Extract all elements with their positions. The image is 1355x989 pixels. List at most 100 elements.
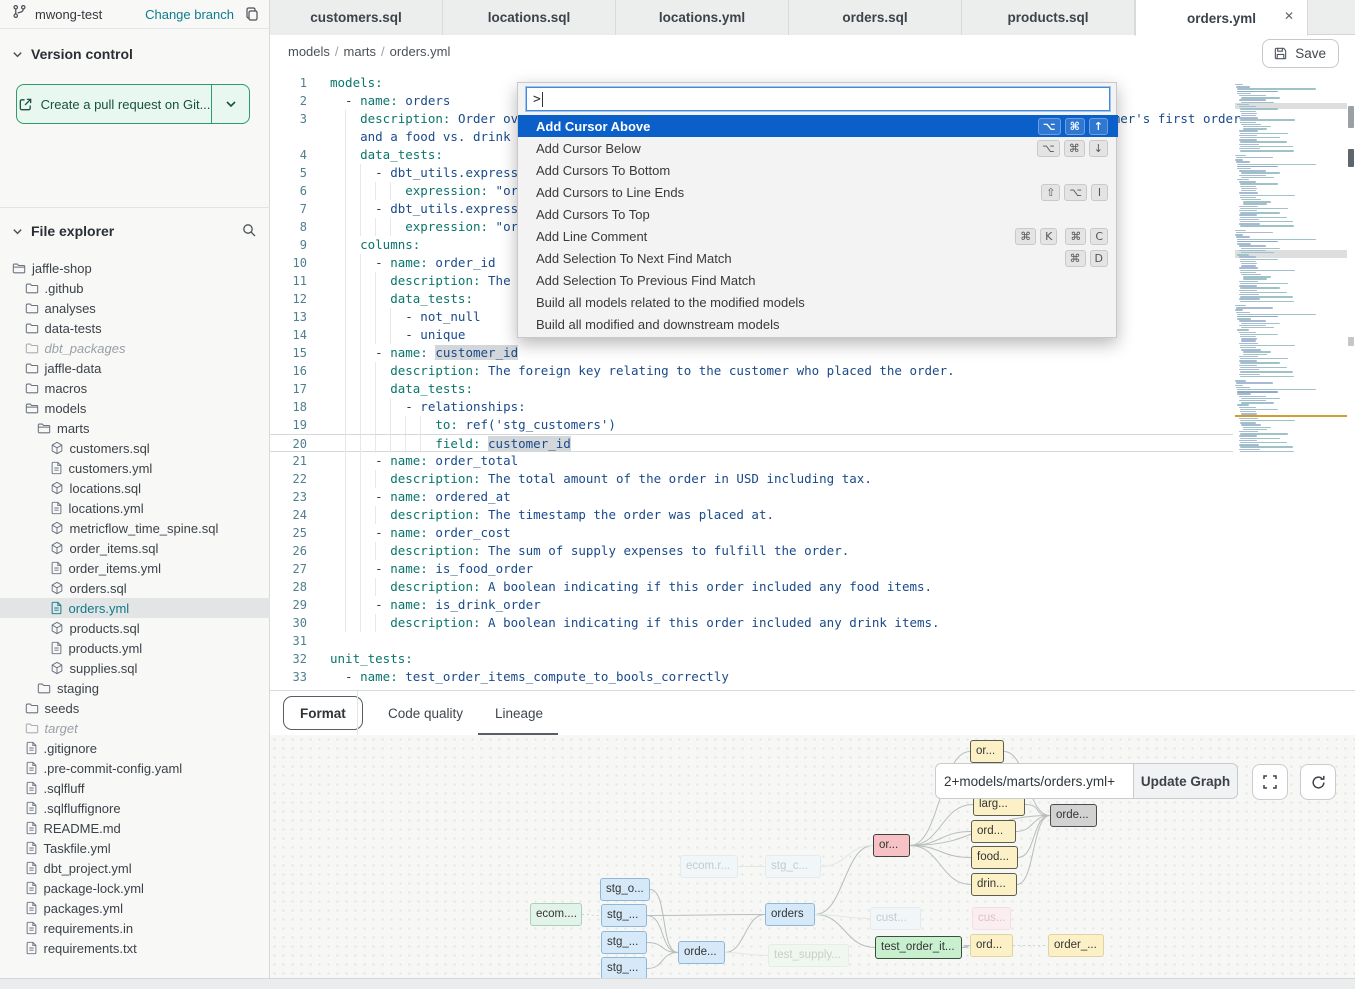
tree-item-taskfile-yml[interactable]: Taskfile.yml bbox=[0, 838, 270, 858]
tree-item-packages-yml[interactable]: packages.yml bbox=[0, 898, 270, 918]
tree-item-locations-sql[interactable]: locations.sql bbox=[0, 478, 270, 498]
lineage-selector-input[interactable] bbox=[935, 763, 1133, 799]
tree-item-metricflow-time-spine-sql[interactable]: metricflow_time_spine.sql bbox=[0, 518, 270, 538]
code-line-29[interactable]: 29- name: is_drink_order bbox=[270, 596, 1233, 614]
tree-item-target[interactable]: target bbox=[0, 718, 270, 738]
lineage-node-stg_cf[interactable]: stg_c... bbox=[765, 855, 821, 878]
tab-code-quality[interactable]: Code quality bbox=[388, 691, 463, 736]
tree-item-orders-sql[interactable]: orders.sql bbox=[0, 578, 270, 598]
tree-item-models[interactable]: models bbox=[0, 398, 270, 418]
tree-item-marts[interactable]: marts bbox=[0, 418, 270, 438]
breadcrumb-item-models[interactable]: models bbox=[288, 44, 330, 59]
scrollbar-marker[interactable] bbox=[1348, 149, 1354, 167]
code-line-30[interactable]: 30description: A boolean indicating if t… bbox=[270, 614, 1233, 632]
lineage-node-stg_c2[interactable]: stg_... bbox=[601, 957, 647, 978]
lineage-node-drin[interactable]: drin... bbox=[971, 873, 1017, 896]
tab-orders-yml[interactable]: orders.yml✕ bbox=[1135, 0, 1308, 36]
palette-item-add-cursor-below[interactable]: Add Cursor Below⌥⌘↓ bbox=[518, 137, 1118, 159]
tree-item-analyses[interactable]: analyses bbox=[0, 298, 270, 318]
tree-item-staging[interactable]: staging bbox=[0, 678, 270, 698]
palette-item-build-all-models-related-to-the-modified-models[interactable]: Build all models related to the modified… bbox=[518, 291, 1118, 313]
tree-item-dbt-packages[interactable]: dbt_packages bbox=[0, 338, 270, 358]
tab-customers-sql[interactable]: customers.sql bbox=[270, 0, 443, 35]
code-line-15[interactable]: 15- name: customer_id bbox=[270, 344, 1233, 362]
tree-item--gitignore[interactable]: .gitignore bbox=[0, 738, 270, 758]
pr-dropdown-caret[interactable] bbox=[211, 85, 249, 123]
tab-locations-sql[interactable]: locations.sql bbox=[443, 0, 616, 35]
lineage-node-ord1[interactable]: ord... bbox=[971, 820, 1016, 843]
version-control-header[interactable]: Version control bbox=[12, 46, 133, 62]
lineage-node-ecom_r[interactable]: ecom.r... bbox=[680, 855, 738, 878]
tree-item-locations-yml[interactable]: locations.yml bbox=[0, 498, 270, 518]
lineage-node-orde_b[interactable]: orde... bbox=[678, 941, 725, 964]
tab-locations-yml[interactable]: locations.yml bbox=[616, 0, 789, 35]
code-line-32[interactable]: 32unit_tests: bbox=[270, 650, 1233, 668]
code-line-20[interactable]: 20field: customer_id bbox=[270, 434, 1233, 452]
code-line-24[interactable]: 24description: The timestamp the order w… bbox=[270, 506, 1233, 524]
lineage-node-stg_o[interactable]: stg_o... bbox=[600, 878, 650, 901]
code-line-19[interactable]: 19to: ref('stg_customers') bbox=[270, 416, 1233, 434]
tree-item-requirements-in[interactable]: requirements.in bbox=[0, 918, 270, 938]
breadcrumb-item-marts[interactable]: marts bbox=[344, 44, 377, 59]
fullscreen-button[interactable] bbox=[1252, 764, 1288, 800]
breadcrumb-item-orders-yml[interactable]: orders.yml bbox=[390, 44, 451, 59]
create-pr-button[interactable]: Create a pull request on Git... bbox=[16, 84, 250, 124]
command-palette-input[interactable]: > bbox=[526, 87, 1110, 111]
search-icon[interactable] bbox=[241, 222, 257, 243]
tab-lineage[interactable]: Lineage bbox=[495, 691, 543, 736]
refresh-button[interactable] bbox=[1300, 764, 1336, 800]
lineage-node-orders[interactable]: orders bbox=[765, 903, 815, 926]
code-line-33[interactable]: 33- name: test_order_items_compute_to_bo… bbox=[270, 668, 1233, 686]
minimap-content[interactable] bbox=[1235, 84, 1347, 456]
lineage-node-or_red[interactable]: or... bbox=[873, 834, 910, 857]
tree-item--sqlfluffignore[interactable]: .sqlfluffignore bbox=[0, 798, 270, 818]
lineage-node-cust_f[interactable]: cust... bbox=[870, 907, 921, 930]
palette-item-build-all-modified-and-downstream-models[interactable]: Build all modified and downstream models bbox=[518, 313, 1118, 335]
code-line-31[interactable]: 31 bbox=[270, 632, 1233, 650]
tree-item-package-lock-yml[interactable]: package-lock.yml bbox=[0, 878, 270, 898]
lineage-node-or_top[interactable]: or... bbox=[970, 740, 1004, 763]
scrollbar-marker[interactable] bbox=[1348, 106, 1354, 128]
tree-item-products-sql[interactable]: products.sql bbox=[0, 618, 270, 638]
lineage-node-ecom[interactable]: ecom.... bbox=[530, 903, 582, 926]
tree-item-requirements-txt[interactable]: requirements.txt bbox=[0, 938, 270, 958]
palette-item-add-cursors-to-top[interactable]: Add Cursors To Top bbox=[518, 203, 1118, 225]
tree-item-dbt-project-yml[interactable]: dbt_project.yml bbox=[0, 858, 270, 878]
tab-orders-sql[interactable]: orders.sql bbox=[789, 0, 962, 35]
tree-item-macros[interactable]: macros bbox=[0, 378, 270, 398]
tree-item-data-tests[interactable]: data-tests bbox=[0, 318, 270, 338]
palette-item-add-cursor-above[interactable]: Add Cursor Above⌥⌘↑ bbox=[518, 115, 1118, 137]
tree-item--pre-commit-config-yaml[interactable]: .pre-commit-config.yaml bbox=[0, 758, 270, 778]
format-button[interactable]: Format bbox=[283, 696, 363, 730]
palette-item-add-line-comment[interactable]: Add Line Comment⌘K⌘C bbox=[518, 225, 1118, 247]
tree-item-customers-sql[interactable]: customers.sql bbox=[0, 438, 270, 458]
code-line-28[interactable]: 28description: A boolean indicating if t… bbox=[270, 578, 1233, 596]
code-line-27[interactable]: 27- name: is_food_order bbox=[270, 560, 1233, 578]
code-line-26[interactable]: 26description: The sum of supply expense… bbox=[270, 542, 1233, 560]
lineage-node-ord2[interactable]: ord... bbox=[970, 934, 1013, 957]
palette-item-add-selection-to-next-find-match[interactable]: Add Selection To Next Find Match⌘D bbox=[518, 247, 1118, 269]
tree-item-customers-yml[interactable]: customers.yml bbox=[0, 458, 270, 478]
lineage-canvas[interactable]: Update Graph ecom.... stg_o... stg_... stg_… bbox=[270, 735, 1355, 978]
code-line-21[interactable]: 21- name: order_total bbox=[270, 452, 1233, 470]
tree-item-order-items-sql[interactable]: order_items.sql bbox=[0, 538, 270, 558]
lineage-node-test_ord[interactable]: test_order_it... bbox=[875, 936, 962, 959]
tree-item-seeds[interactable]: seeds bbox=[0, 698, 270, 718]
code-line-18[interactable]: 18- relationships: bbox=[270, 398, 1233, 416]
add-tab-button[interactable]: + bbox=[1350, 4, 1355, 28]
lineage-node-orde_g[interactable]: orde... bbox=[1050, 804, 1097, 827]
tab-products-sql[interactable]: products.sql bbox=[962, 0, 1135, 35]
file-explorer-header[interactable]: File explorer bbox=[12, 223, 114, 239]
lineage-node-stg_b[interactable]: stg_... bbox=[601, 931, 647, 954]
code-line-23[interactable]: 23- name: ordered_at bbox=[270, 488, 1233, 506]
lineage-node-stg_a[interactable]: stg_... bbox=[601, 904, 647, 927]
update-graph-button[interactable]: Update Graph bbox=[1133, 763, 1238, 799]
scrollbar-marker[interactable] bbox=[1348, 337, 1354, 346]
code-line-17[interactable]: 17data_tests: bbox=[270, 380, 1233, 398]
code-line-22[interactable]: 22description: The total amount of the o… bbox=[270, 470, 1233, 488]
lineage-node-test_sup[interactable]: test_supply... bbox=[768, 944, 849, 967]
code-line-25[interactable]: 25- name: order_cost bbox=[270, 524, 1233, 542]
tree-item-supplies-sql[interactable]: supplies.sql bbox=[0, 658, 270, 678]
code-line-16[interactable]: 16description: The foreign key relating … bbox=[270, 362, 1233, 380]
tree-item-jaffle-data[interactable]: jaffle-data bbox=[0, 358, 270, 378]
